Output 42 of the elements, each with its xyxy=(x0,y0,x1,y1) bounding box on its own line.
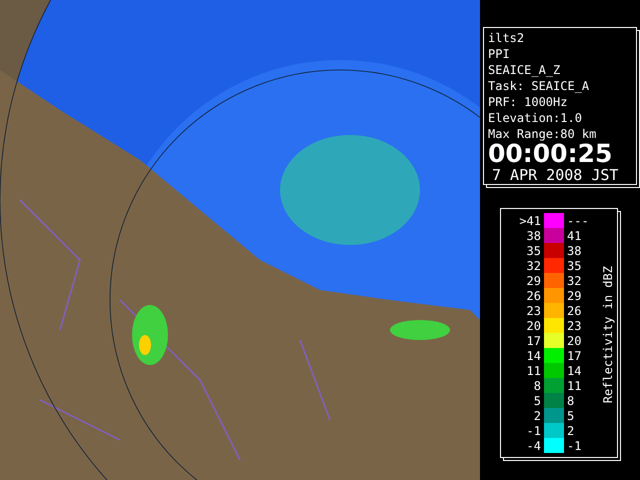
info-text: PRF: 1000Hz xyxy=(488,94,568,110)
legend-value: 11 xyxy=(526,364,542,378)
legend-value: 38 xyxy=(566,244,582,258)
legend-value: 35 xyxy=(566,258,582,272)
legend-title: Reflectivity in dBZ xyxy=(601,266,615,404)
date-text: 7 APR 2008 JST xyxy=(491,166,620,184)
legend-value: 38 xyxy=(526,228,542,242)
legend-value: -4 xyxy=(526,438,542,452)
info-text: Max Range:80 km xyxy=(488,126,598,142)
legend-value: 11 xyxy=(566,378,582,392)
legend-value: 41 xyxy=(566,228,582,242)
legend-value: 23 xyxy=(526,304,542,318)
info-text: Task: SEAICE_A xyxy=(488,78,590,94)
legend-value: -1 xyxy=(526,424,542,438)
legend-value: 23 xyxy=(566,318,582,332)
info-text: Elevation:1.0 xyxy=(488,110,583,126)
legend-value: 26 xyxy=(526,288,542,302)
legend-value: --- xyxy=(566,214,590,228)
legend-value: 35 xyxy=(526,244,542,258)
info-text: PPI xyxy=(488,46,511,62)
legend-value: 5 xyxy=(566,408,576,422)
legend-value: 17 xyxy=(526,334,542,348)
legend-value: 14 xyxy=(526,348,542,362)
legend-value: >41 xyxy=(518,214,542,228)
legend-value: 29 xyxy=(526,274,542,288)
legend-value: 32 xyxy=(526,258,542,272)
legend-value: 8 xyxy=(532,378,542,392)
legend-value: 2 xyxy=(532,408,542,422)
legend-value: 17 xyxy=(566,348,582,362)
legend-value: 20 xyxy=(566,334,582,348)
legend-value: 32 xyxy=(566,274,582,288)
legend-value: 26 xyxy=(566,304,582,318)
legend-value: 14 xyxy=(566,364,582,378)
legend-value: 20 xyxy=(526,318,542,332)
time-text: 00:00:25 xyxy=(488,142,614,166)
legend-value: 8 xyxy=(566,394,576,408)
info-text: ilts2 xyxy=(488,30,526,46)
legend-value: 5 xyxy=(532,394,542,408)
legend-value: 2 xyxy=(566,424,576,438)
legend-value: 29 xyxy=(566,288,582,302)
info-text: SEAICE_A_Z xyxy=(488,62,562,78)
legend-value: -1 xyxy=(566,438,582,452)
